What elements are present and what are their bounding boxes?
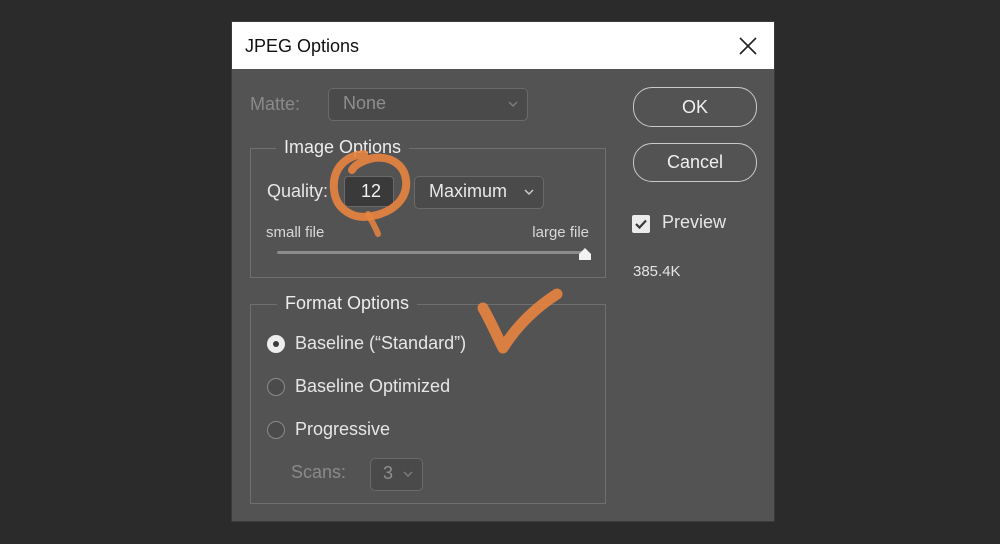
format-options-group: Format Options Baseline (“Standard”) Bas… <box>250 293 606 504</box>
quality-preset-select[interactable]: Maximum <box>414 176 544 209</box>
image-options-legend: Image Options <box>276 137 410 158</box>
matte-value: None <box>343 93 387 113</box>
radio-label: Baseline (“Standard”) <box>295 333 467 353</box>
checkbox-box[interactable] <box>632 215 650 233</box>
slider-min-label: small file <box>266 224 325 241</box>
dialog-title: JPEG Options <box>245 36 360 56</box>
file-size: 385.4K <box>633 263 681 280</box>
matte-select[interactable]: None <box>328 88 528 121</box>
quality-label: Quality: <box>267 181 329 201</box>
preview-label: Preview <box>662 212 727 232</box>
slider-thumb[interactable] <box>578 247 592 261</box>
quality-value: 12 <box>361 181 382 201</box>
radio-baseline-standard[interactable]: Baseline (“Standard”) <box>265 331 505 357</box>
quality-preset-value: Maximum <box>429 181 508 201</box>
image-options-group: Image Options Quality: 12 Maximum small … <box>250 137 606 278</box>
ok-button[interactable]: OK <box>633 87 757 127</box>
radio-button[interactable] <box>267 378 285 396</box>
chevron-down-icon <box>524 189 534 195</box>
slider-max-label: large file <box>532 224 589 241</box>
checkmark-icon <box>635 219 647 230</box>
matte-label: Matte: <box>250 94 301 114</box>
jpeg-options-dialog: JPEG Options Matte: None Image Options Q… <box>232 22 774 521</box>
scans-label: Scans: <box>291 462 347 482</box>
slider-track <box>277 251 585 254</box>
quality-slider[interactable] <box>277 248 591 265</box>
radio-label: Baseline Optimized <box>295 376 451 396</box>
cancel-button[interactable]: Cancel <box>633 143 757 182</box>
slider-thumb-shape <box>579 248 591 260</box>
close-icon <box>739 37 757 55</box>
title-bar: JPEG Options <box>232 22 774 69</box>
close-button[interactable] <box>734 32 762 60</box>
format-options-legend: Format Options <box>277 293 418 314</box>
chevron-down-icon <box>403 471 413 477</box>
radio-baseline-optimized[interactable]: Baseline Optimized <box>265 374 505 400</box>
scans-select[interactable]: 3 <box>370 458 423 491</box>
radio-progressive[interactable]: Progressive <box>265 417 505 443</box>
scans-value: 3 <box>383 463 394 483</box>
radio-label: Progressive <box>295 419 391 439</box>
chevron-down-icon <box>508 101 518 107</box>
preview-checkbox[interactable]: Preview <box>632 212 762 236</box>
radio-button[interactable] <box>267 335 285 353</box>
radio-button[interactable] <box>267 421 285 439</box>
quality-input[interactable]: 12 <box>344 176 394 207</box>
